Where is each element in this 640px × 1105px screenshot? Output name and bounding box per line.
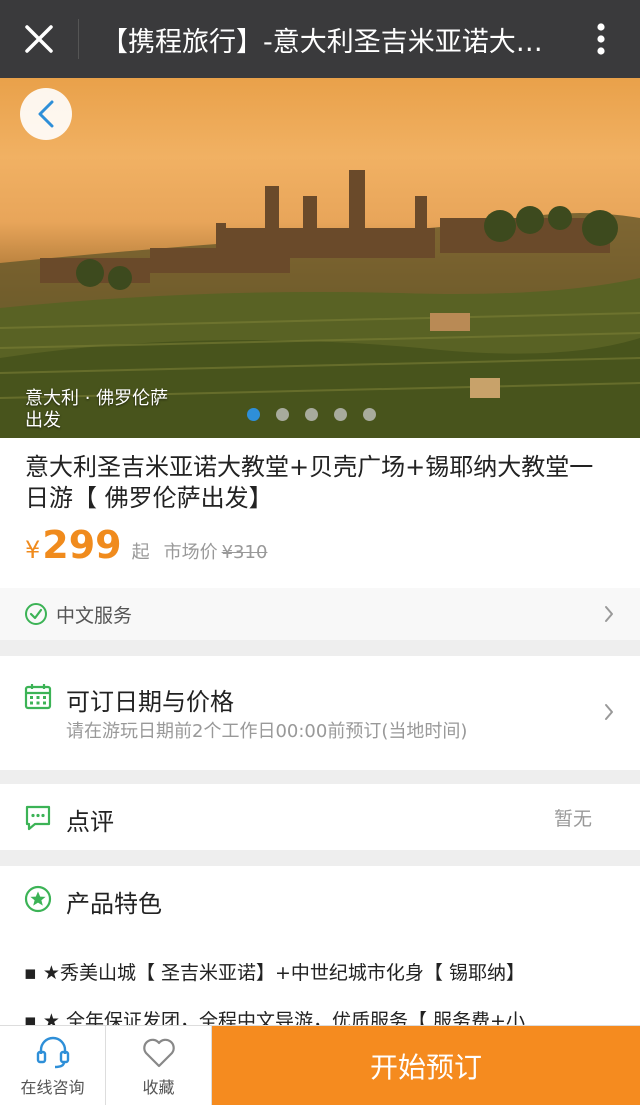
star-circle-icon bbox=[24, 885, 52, 913]
carousel-dot[interactable] bbox=[305, 408, 318, 421]
market-price: ¥310 bbox=[221, 542, 268, 563]
dates-note: 请在游玩日期前2个工作日00:00前预订(当地时间) bbox=[66, 721, 468, 742]
page-title: 【携程旅行】-意大利圣吉米亚诺大教堂+贝壳广场+锡耶纳大教堂一日游 bbox=[101, 26, 562, 58]
service-label: 中文服务 bbox=[56, 604, 133, 627]
chevron-right-icon bbox=[605, 704, 613, 720]
bullet-dot: ▪ bbox=[24, 962, 43, 984]
hero-caption: 意大利 · 佛罗伦萨出发 bbox=[25, 388, 169, 431]
favorite-label: 收藏 bbox=[142, 1078, 175, 1097]
more-vertical-icon bbox=[597, 23, 605, 55]
favorite-button[interactable]: 收藏 bbox=[106, 1026, 212, 1105]
dates-title: 可订日期与价格 bbox=[66, 688, 234, 716]
dates-price-card[interactable]: 可订日期与价格 请在游玩日期前2个工作日00:00前预订(当地时间) bbox=[0, 656, 640, 770]
close-icon bbox=[25, 25, 53, 53]
chevron-left-icon bbox=[38, 100, 54, 128]
headset-icon bbox=[36, 1036, 69, 1069]
features-title: 产品特色 bbox=[66, 890, 162, 918]
calendar-icon bbox=[24, 684, 52, 710]
online-consult-button[interactable]: 在线咨询 bbox=[0, 1026, 106, 1105]
price-currency: ¥ bbox=[25, 536, 41, 564]
back-button[interactable] bbox=[20, 88, 72, 140]
more-button[interactable] bbox=[562, 0, 640, 78]
carousel-dots bbox=[247, 408, 376, 421]
price-suffix: 起 bbox=[131, 542, 150, 563]
service-row[interactable]: 中文服务 bbox=[0, 588, 640, 640]
feature-item: ▪ ★秀美山城【 圣吉米亚诺】+中世纪城市化身【 锡耶纳】 bbox=[24, 962, 525, 984]
market-price-label: 市场价 bbox=[163, 542, 218, 563]
carousel-dot[interactable] bbox=[363, 408, 376, 421]
chevron-right-icon bbox=[605, 606, 613, 622]
product-info: 意大利圣吉米亚诺大教堂+贝壳广场+锡耶纳大教堂一日游【 佛罗伦萨出发】 ¥ 29… bbox=[0, 438, 640, 588]
close-button[interactable] bbox=[0, 0, 78, 78]
carousel-dot[interactable] bbox=[276, 408, 289, 421]
review-value: 暂无 bbox=[553, 808, 592, 830]
carousel-dot[interactable] bbox=[247, 408, 260, 421]
heart-icon bbox=[142, 1038, 175, 1068]
hero-scene-image bbox=[0, 170, 640, 438]
bottom-action-bar: 在线咨询 收藏 开始预订 bbox=[0, 1025, 640, 1105]
comment-icon bbox=[25, 805, 51, 831]
review-card[interactable]: 点评 暂无 bbox=[0, 784, 640, 850]
start-booking-button[interactable]: 开始预订 bbox=[212, 1026, 640, 1105]
consult-label: 在线咨询 bbox=[20, 1078, 85, 1097]
check-circle-icon bbox=[25, 603, 47, 625]
carousel-dot[interactable] bbox=[334, 408, 347, 421]
top-nav-bar: 【携程旅行】-意大利圣吉米亚诺大教堂+贝壳广场+锡耶纳大教堂一日游 bbox=[0, 0, 640, 78]
product-name: 意大利圣吉米亚诺大教堂+贝壳广场+锡耶纳大教堂一日游【 佛罗伦萨出发】 bbox=[25, 453, 594, 512]
product-features-card: 产品特色 ▪ ★秀美山城【 圣吉米亚诺】+中世纪城市化身【 锡耶纳】 ▪ ★ 全… bbox=[0, 866, 640, 1032]
price-row: ¥ 299 起 市场价 ¥310 bbox=[25, 523, 267, 567]
price-amount: 299 bbox=[42, 523, 122, 567]
review-title: 点评 bbox=[66, 808, 114, 836]
hero-image-carousel[interactable]: 意大利 · 佛罗伦萨出发 bbox=[0, 78, 640, 438]
